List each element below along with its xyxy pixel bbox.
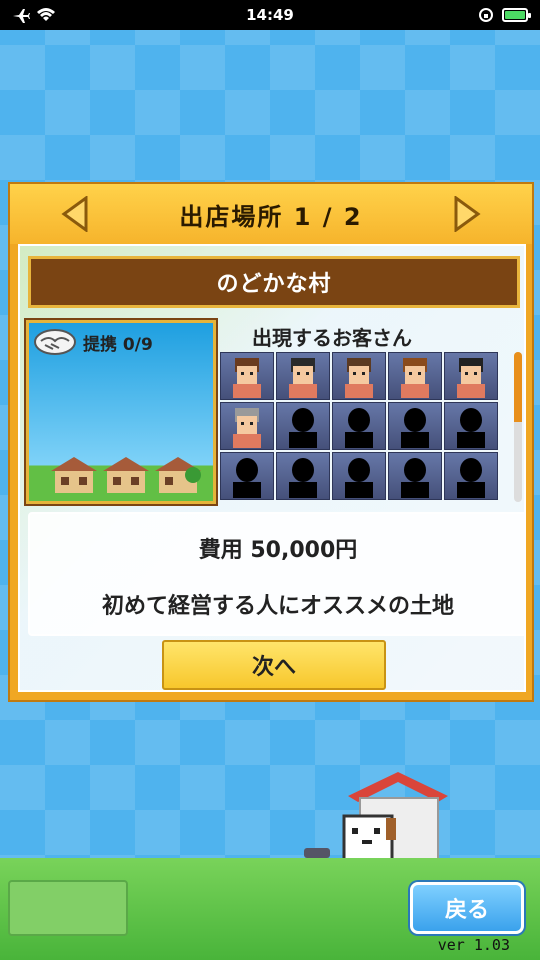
- previous-arrow-icon[interactable]: [60, 196, 90, 232]
- person-icon: [457, 358, 485, 398]
- customer-grid[interactable]: [220, 352, 510, 502]
- partner-count: 提携 0/9: [83, 334, 153, 355]
- next-arrow-icon[interactable]: [452, 196, 482, 232]
- locked-customer-silhouette[interactable]: [444, 452, 498, 500]
- doghouse-icon: [342, 772, 448, 860]
- silhouette-icon: [289, 458, 317, 498]
- person-icon: [233, 408, 261, 448]
- house-icon: [103, 457, 149, 493]
- cost-text: 費用 50,000円: [198, 538, 358, 563]
- info-box: 費用 50,000円 初めて経営する人にオススメの土地: [28, 512, 524, 636]
- locked-customer-silhouette[interactable]: [444, 402, 498, 450]
- person-icon: [345, 358, 373, 398]
- store-location-panel: 出店場所 1 / 2 のどかな村 提携 0/9 出現するお客さん 費用 50,0…: [8, 182, 534, 702]
- wifi-icon: [37, 8, 55, 21]
- person-icon: [233, 358, 261, 398]
- person-icon: [289, 358, 317, 398]
- house-icon: [51, 457, 97, 493]
- customer-portrait[interactable]: [332, 352, 386, 400]
- silhouette-icon: [345, 408, 373, 448]
- person-icon: [401, 358, 429, 398]
- status-right: [478, 7, 531, 23]
- scroll-thumb[interactable]: [514, 352, 522, 422]
- customers-title: 出現するお客さん: [252, 326, 412, 350]
- back-button[interactable]: 戻る: [410, 882, 524, 934]
- airplane-icon: [13, 9, 30, 23]
- customer-portrait[interactable]: [388, 352, 442, 400]
- panel-title: 出店場所 1 / 2: [179, 202, 363, 231]
- location-preview: 提携 0/9: [24, 318, 218, 506]
- silhouette-icon: [457, 408, 485, 448]
- partner-row: 提携 0/9: [33, 327, 153, 357]
- customer-portrait[interactable]: [444, 352, 498, 400]
- silhouette-icon: [233, 458, 261, 498]
- next-button[interactable]: 次へ: [162, 640, 386, 690]
- house-icon: [155, 457, 201, 493]
- location-name-bar: のどかな村: [28, 256, 520, 308]
- status-left: [12, 7, 56, 23]
- locked-customer-silhouette[interactable]: [332, 452, 386, 500]
- version-label: ver 1.03: [437, 936, 510, 954]
- customer-scrollbar[interactable]: [514, 352, 522, 502]
- locked-customer-silhouette[interactable]: [388, 452, 442, 500]
- silhouette-icon: [401, 408, 429, 448]
- customer-portrait[interactable]: [220, 402, 274, 450]
- orientation-lock-icon: [479, 8, 493, 22]
- customer-portrait[interactable]: [276, 352, 330, 400]
- panel-header: 出店場所 1 / 2: [10, 184, 532, 244]
- locked-customer-silhouette[interactable]: [220, 452, 274, 500]
- battery-icon: [502, 8, 531, 22]
- locked-customer-silhouette[interactable]: [332, 402, 386, 450]
- handshake-icon: [34, 329, 76, 355]
- silhouette-icon: [401, 458, 429, 498]
- status-bar: 14:49: [0, 0, 540, 30]
- locked-customer-silhouette[interactable]: [388, 402, 442, 450]
- panel-body: のどかな村 提携 0/9 出現するお客さん 費用 50,000円 初めて経営する…: [18, 244, 526, 692]
- customer-portrait[interactable]: [220, 352, 274, 400]
- location-description: 初めて経営する人にオススメの土地: [101, 594, 454, 619]
- silhouette-icon: [345, 458, 373, 498]
- silhouette-icon: [289, 408, 317, 448]
- empty-slot: [8, 880, 128, 936]
- silhouette-icon: [457, 458, 485, 498]
- locked-customer-silhouette[interactable]: [276, 452, 330, 500]
- location-name: のどかな村: [216, 272, 332, 297]
- food-bowl: [304, 848, 330, 858]
- locked-customer-silhouette[interactable]: [276, 402, 330, 450]
- status-time: 14:49: [246, 6, 294, 24]
